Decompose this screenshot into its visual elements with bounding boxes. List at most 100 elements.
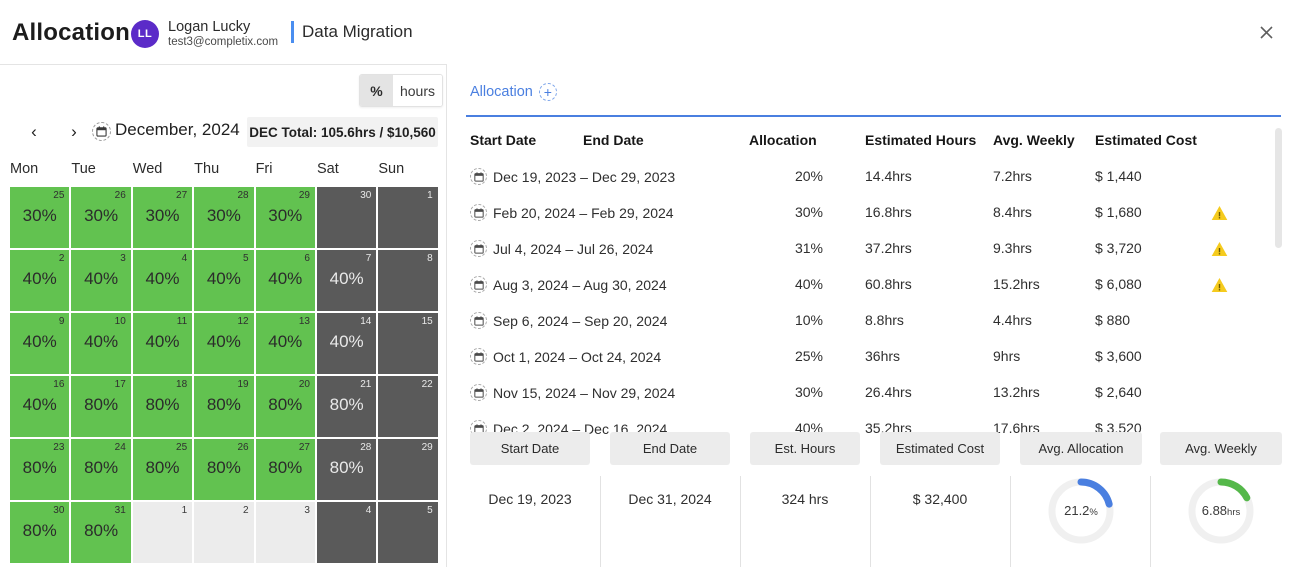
calendar-day-cell[interactable]: 11 40% xyxy=(132,313,195,376)
calendar-icon[interactable] xyxy=(470,348,487,365)
calendar-day-cell[interactable]: 17 80% xyxy=(71,376,133,439)
calendar-day-cell[interactable]: 16 40% xyxy=(10,376,72,439)
calendar-day-value: 40% xyxy=(268,332,303,351)
calendar-day-cell[interactable]: 1 xyxy=(378,187,440,250)
plus-circle-icon[interactable]: + xyxy=(538,83,557,101)
calendar-day-cell[interactable]: 15 xyxy=(378,313,440,376)
dow-thu: Thu xyxy=(194,161,220,177)
calendar-icon[interactable] xyxy=(470,312,487,329)
calendar-day-cell[interactable]: 2 xyxy=(194,502,256,565)
calendar-day-cell[interactable]: 22 xyxy=(378,376,440,439)
calendar-day-cell[interactable]: 21 80% xyxy=(316,376,379,439)
calendar-day-cell[interactable]: 26 80% xyxy=(194,439,256,502)
calendar-day-value: 80% xyxy=(268,395,303,414)
calendar-picker-icon[interactable] xyxy=(92,122,111,141)
calendar-day-number: 8 xyxy=(427,253,433,264)
row-estimated-cost: $ 3,600 xyxy=(1095,348,1142,364)
calendar-day-cell[interactable]: 29 xyxy=(378,439,440,502)
warning-icon[interactable] xyxy=(1211,277,1228,293)
next-month-icon[interactable]: › xyxy=(61,119,87,145)
calendar-day-cell[interactable]: 6 40% xyxy=(255,250,317,313)
calendar-day-cell[interactable]: 28 80% xyxy=(316,439,379,502)
calendar-icon[interactable] xyxy=(470,240,487,257)
calendar-icon[interactable] xyxy=(470,168,487,185)
table-row[interactable]: Nov 15, 2024 – Nov 29, 2024 30% 26.4hrs 13.… xyxy=(460,376,1293,412)
calendar-day-value: 80% xyxy=(22,521,57,540)
unit-toggle[interactable]: % hours xyxy=(359,74,443,107)
calendar-day-cell[interactable]: 30 xyxy=(316,187,379,250)
calendar-day-cell[interactable]: 31 80% xyxy=(71,502,133,565)
table-row[interactable]: Aug 3, 2024 – Aug 30, 2024 40% 60.8hrs 15.2… xyxy=(460,268,1293,304)
summary-avg-weekly-button[interactable]: Avg. Weekly xyxy=(1160,432,1282,465)
calendar-day-cell[interactable]: 25 80% xyxy=(132,439,195,502)
row-estimated-cost: $ 880 xyxy=(1095,312,1131,328)
calendar-day-cell[interactable]: 9 40% xyxy=(10,313,72,376)
calendar-day-cell[interactable]: 10 40% xyxy=(71,313,133,376)
calendar-day-cell[interactable]: 3 xyxy=(255,502,317,565)
summary-avg-allocation-button[interactable]: Avg. Allocation xyxy=(1020,432,1142,465)
calendar-day-value: 80% xyxy=(84,458,119,477)
calendar-day-cell[interactable]: 13 40% xyxy=(255,313,317,376)
calendar-day-cell[interactable]: 5 xyxy=(378,502,440,565)
calendar-day-cell[interactable]: 18 80% xyxy=(132,376,195,439)
month-total-badge: DEC Total: 105.6hrs / $10,560 xyxy=(247,117,438,147)
table-row[interactable]: Oct 1, 2024 – Oct 24, 2024 25% 36hrs 9hrs $ … xyxy=(460,340,1293,376)
calendar-day-cell[interactable]: 12 40% xyxy=(194,313,256,376)
summary-est-hours: Est. Hours 324 hrs xyxy=(750,432,860,507)
calendar-day-cell[interactable]: 26 30% xyxy=(71,187,133,250)
calendar-day-cell[interactable]: 30 80% xyxy=(10,502,72,565)
calendar-day-cell[interactable]: 7 40% xyxy=(316,250,379,313)
calendar-day-number: 7 xyxy=(365,253,372,264)
calendar-day-cell[interactable]: 24 80% xyxy=(71,439,133,502)
calendar-day-cell[interactable]: 19 80% xyxy=(194,376,256,439)
calendar-day-value: 40% xyxy=(22,332,57,351)
toggle-hours[interactable]: hours xyxy=(393,75,442,106)
row-allocation: 30% xyxy=(794,384,823,400)
calendar-day-cell[interactable]: 2 40% xyxy=(10,250,72,313)
calendar-day-cell[interactable]: 8 xyxy=(378,250,440,313)
calendar-day-number: 21 xyxy=(360,379,372,390)
prev-month-icon[interactable]: ‹ xyxy=(21,119,47,145)
calendar-icon[interactable] xyxy=(470,384,487,401)
calendar-day-cell[interactable]: 23 80% xyxy=(10,439,72,502)
calendar-day-cell[interactable]: 4 xyxy=(316,502,379,565)
summary-estimated-cost-button[interactable]: Estimated Cost xyxy=(880,432,1000,465)
warning-icon[interactable] xyxy=(1211,205,1228,221)
calendar-day-cell[interactable]: 27 80% xyxy=(255,439,317,502)
table-row[interactable]: Sep 6, 2024 – Sep 20, 2024 10% 8.8hrs 4.4hr… xyxy=(460,304,1293,340)
summary-est-hours-button[interactable]: Est. Hours xyxy=(750,432,860,465)
calendar-day-cell[interactable]: 29 30% xyxy=(255,187,317,250)
calendar-day-cell[interactable]: 28 30% xyxy=(194,187,256,250)
calendar-icon[interactable] xyxy=(470,276,487,293)
calendar-pane: % hours ‹ › December, 2024 DEC Total: 10… xyxy=(0,64,447,567)
table-row[interactable]: Dec 19, 2023 – Dec 29, 2023 20% 14.4hrs 7.2… xyxy=(460,160,1293,196)
calendar-day-number: 6 xyxy=(304,253,310,264)
close-icon[interactable] xyxy=(1256,22,1276,42)
add-allocation-button[interactable]: Allocation + xyxy=(470,83,557,101)
calendar-day-cell[interactable]: 20 80% xyxy=(255,376,317,439)
summary-start-date-button[interactable]: Start Date xyxy=(470,432,590,465)
calendar-day-value: 40% xyxy=(84,332,119,351)
calendar-day-value: 40% xyxy=(84,269,119,288)
calendar-day-cell[interactable]: 14 40% xyxy=(316,313,379,376)
calendar-day-cell[interactable]: 4 40% xyxy=(132,250,195,313)
calendar-day-cell[interactable]: 27 30% xyxy=(132,187,195,250)
avg-allocation-gauge: 21.2% xyxy=(1045,475,1117,547)
table-row[interactable]: Jul 4, 2024 – Jul 26, 2024 31% 37.2hrs 9.3h… xyxy=(460,232,1293,268)
calendar-day-cell[interactable]: 3 40% xyxy=(71,250,133,313)
warning-icon[interactable] xyxy=(1211,241,1228,257)
summary-end-date-button[interactable]: End Date xyxy=(610,432,730,465)
calendar-day-number: 16 xyxy=(53,379,65,390)
calendar-day-cell[interactable]: 5 40% xyxy=(194,250,256,313)
avg-allocation-value: 21.2% xyxy=(1064,503,1098,518)
calendar-day-number: 25 xyxy=(176,442,188,453)
calendar-day-cell[interactable]: 1 xyxy=(132,502,195,565)
row-date-range: Feb 20, 2024 – Feb 29, 2024 xyxy=(470,204,674,221)
calendar-day-number: 26 xyxy=(114,190,126,201)
dow-wed: Wed xyxy=(132,161,163,177)
table-row[interactable]: Feb 20, 2024 – Feb 29, 2024 30% 16.8hrs 8.4… xyxy=(460,196,1293,232)
calendar-icon[interactable] xyxy=(470,204,487,221)
calendar-day-cell[interactable]: 25 30% xyxy=(10,187,72,250)
toggle-percent[interactable]: % xyxy=(360,75,393,106)
table-scrollbar-thumb[interactable] xyxy=(1275,128,1282,248)
